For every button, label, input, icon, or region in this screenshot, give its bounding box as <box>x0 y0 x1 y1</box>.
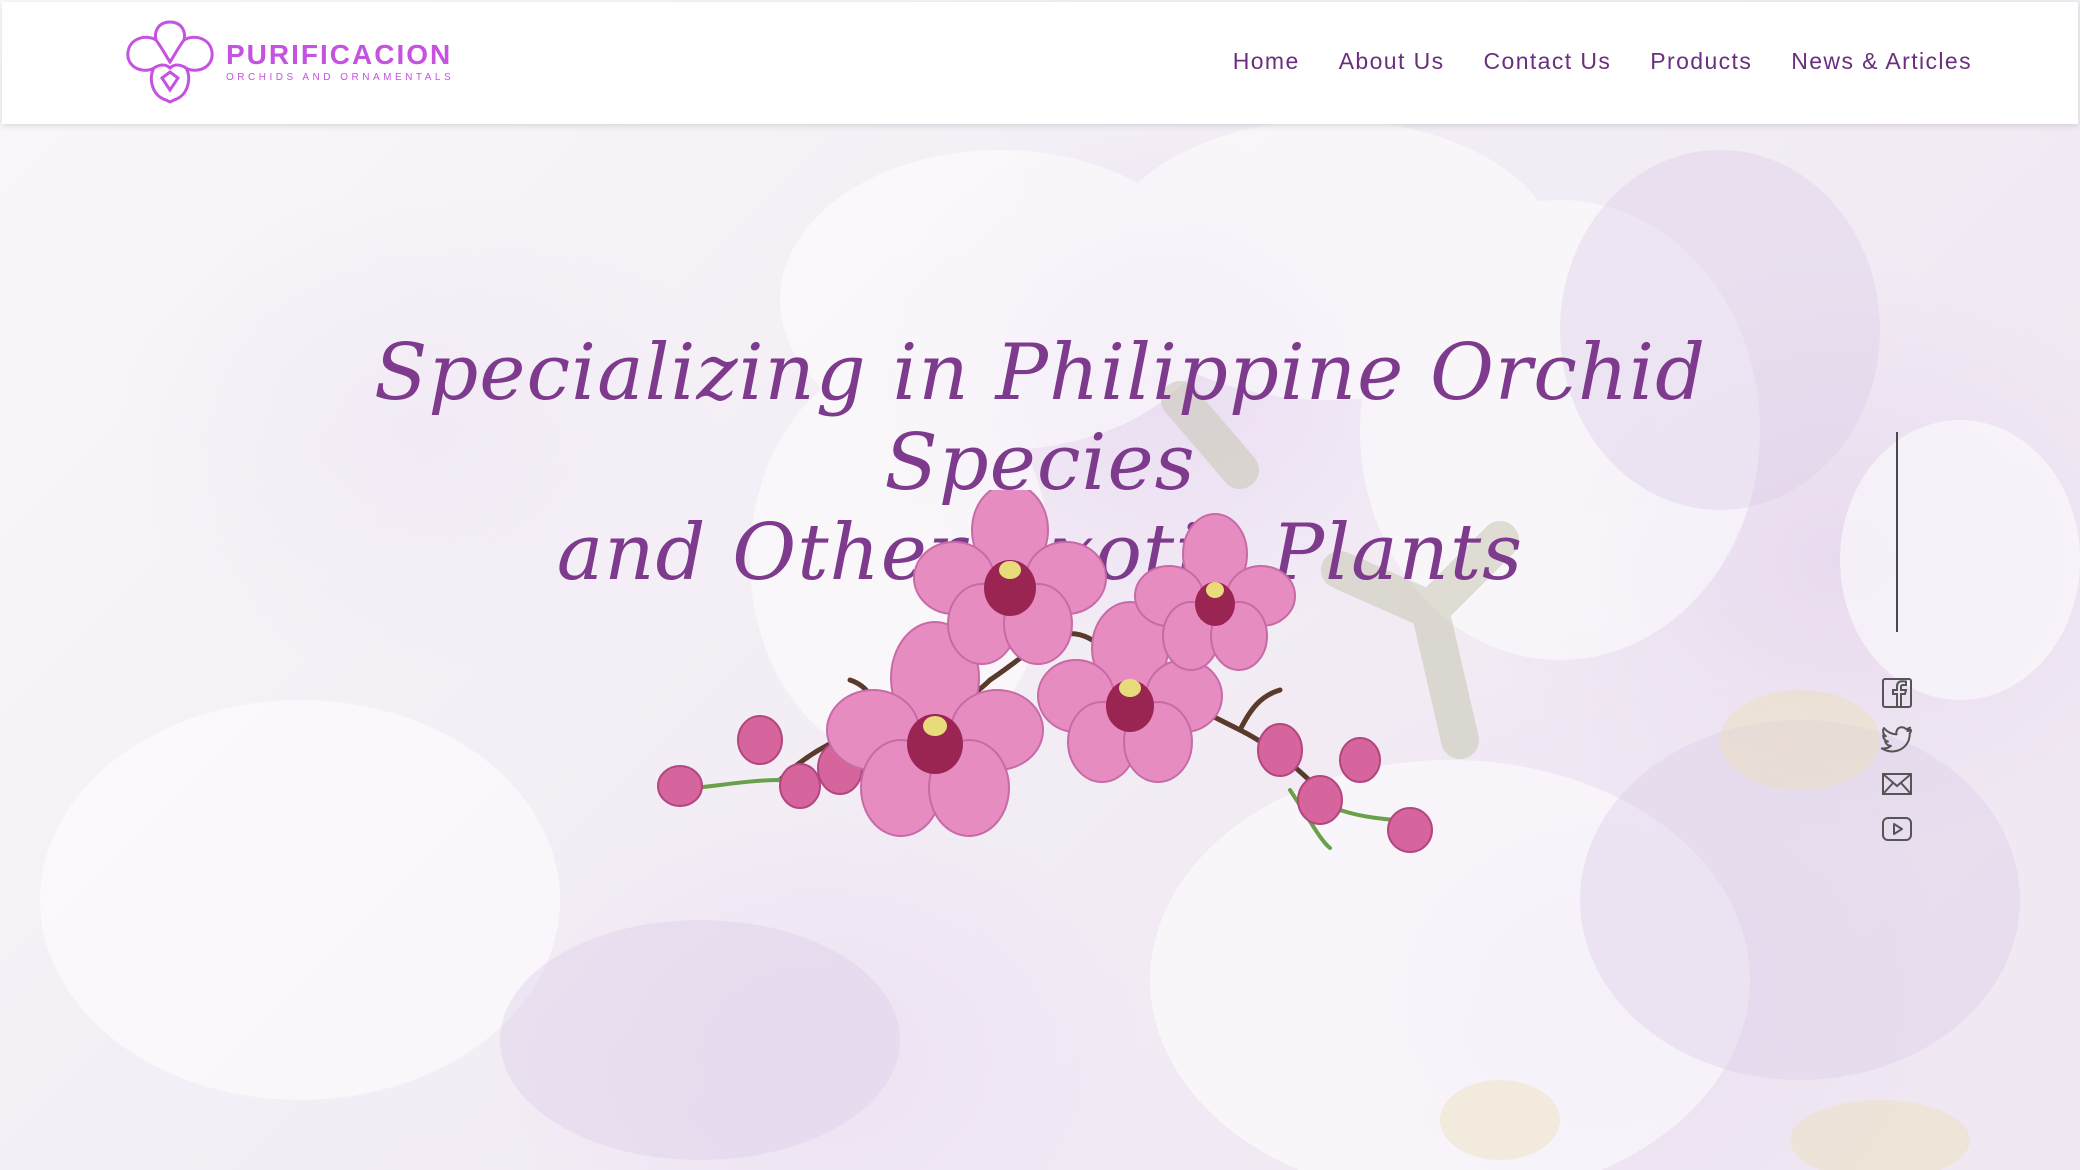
facebook-icon[interactable] <box>1880 676 1914 710</box>
social-rail-divider <box>1896 432 1898 632</box>
main-nav: Home About Us Contact Us Products News &… <box>1233 48 1972 75</box>
nav-item-news-articles[interactable]: News & Articles <box>1791 48 1972 75</box>
twitter-icon[interactable] <box>1880 722 1914 756</box>
site-logo[interactable]: PURIFICACION ORCHIDS AND ORNAMENTALS <box>118 16 454 108</box>
brand-tagline: ORCHIDS AND ORNAMENTALS <box>226 72 455 83</box>
nav-item-about-us[interactable]: About Us <box>1339 48 1445 75</box>
nav-item-contact-us[interactable]: Contact Us <box>1484 48 1612 75</box>
orchid-blossoms <box>826 490 1296 837</box>
orchid-illustration <box>657 490 1433 853</box>
hero-headline-line-1: Specializing in Philippine Orchid Specie… <box>373 328 1707 508</box>
orchid-logo-icon <box>126 20 214 104</box>
nav-item-home[interactable]: Home <box>1233 48 1300 75</box>
nav-item-products[interactable]: Products <box>1650 48 1752 75</box>
youtube-icon[interactable] <box>1880 812 1914 846</box>
email-icon[interactable] <box>1880 767 1914 801</box>
brand-name: PURIFICACION <box>226 39 453 70</box>
site-header: PURIFICACION ORCHIDS AND ORNAMENTALS Hom… <box>2 2 2078 124</box>
